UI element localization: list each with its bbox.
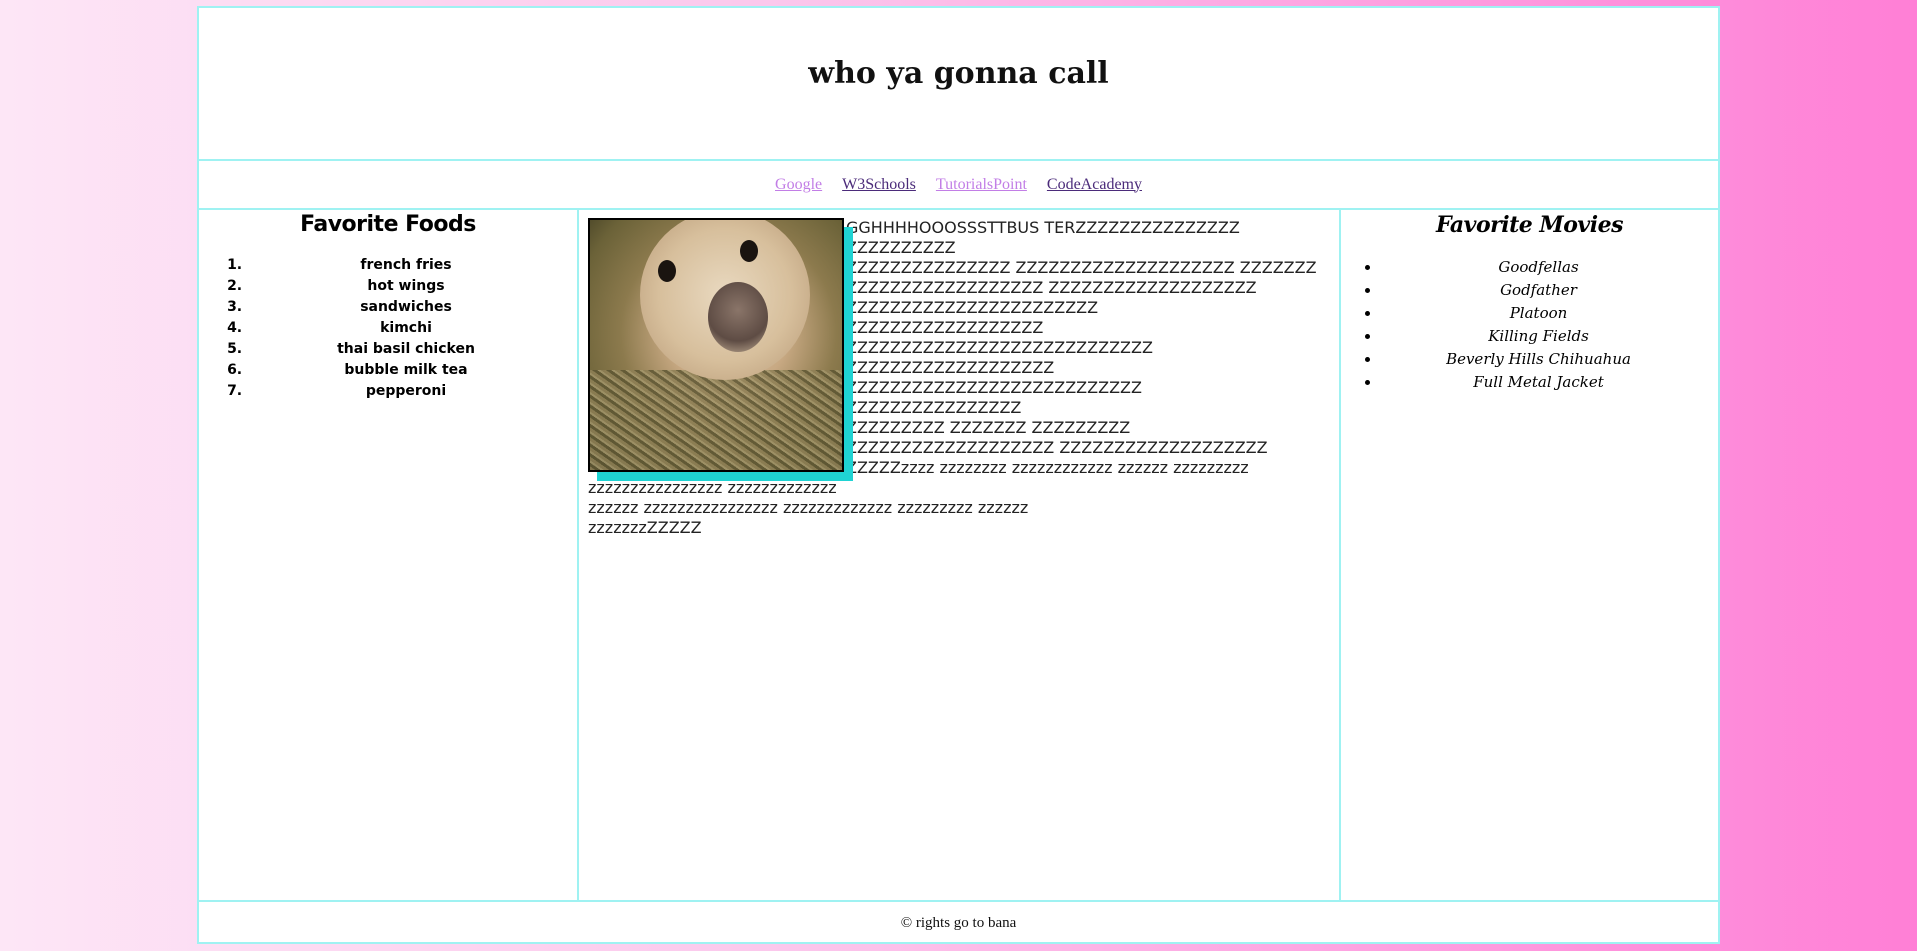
favorite-foods-heading: Favorite Foods [300,212,476,237]
main-content-column: GGHHHHOOOSSSTTBUS TERZZZZZZZZZZZZZZZ ZZZ… [579,210,1341,900]
list-item: Godfather [1381,279,1718,302]
page-container: who ya gonna call Google W3Schools Tutor… [197,6,1720,944]
favorite-movies-list: Goodfellas Godfather Platoon Killing Fie… [1341,256,1718,394]
nav-link-tutorialspoint[interactable]: TutorialsPoint [936,176,1027,194]
nav-link-codeacademy[interactable]: CodeAcademy [1047,176,1142,194]
list-item: Full Metal Jacket [1381,371,1718,394]
text-line: zzzzzzzZZZZZ [588,518,702,537]
list-item: kimchi [247,318,577,339]
alpaca-photo [588,218,844,472]
list-item: bubble milk tea [247,360,577,381]
main-content: GGHHHHOOOSSSTTBUS TERZZZZZZZZZZZZZZZ ZZZ… [588,218,1333,538]
list-item: Platoon [1381,302,1718,325]
nav-link-google[interactable]: Google [775,176,822,194]
text-line: zzzzzz zzzzzzzzzzzzzzzz zzzzzzzzzzzzz zz… [588,498,1029,517]
page-title: who ya gonna call [808,56,1109,91]
page-footer: © rights go to bana [199,900,1718,944]
nav-link-w3schools[interactable]: W3Schools [842,176,916,194]
favorite-foods-list: french fries hot wings sandwiches kimchi… [199,255,577,402]
favorite-foods-column: Favorite Foods french fries hot wings sa… [199,210,579,900]
list-item: thai basil chicken [247,339,577,360]
text-line: zzzzzzzzzzzzzzzz zzzzzzzzzzzzz [588,478,837,497]
nav-bar: Google W3Schools TutorialsPoint CodeAcad… [199,161,1718,210]
page-header: who ya gonna call [199,8,1718,161]
list-item: sandwiches [247,297,577,318]
favorite-movies-column: Favorite Movies Goodfellas Godfather Pla… [1341,210,1718,900]
favorite-movies-heading: Favorite Movies [1436,212,1623,238]
footer-text: © rights go to bana [900,914,1017,931]
list-item: Goodfellas [1381,256,1718,279]
list-item: Killing Fields [1381,325,1718,348]
list-item: Beverly Hills Chihuahua [1381,348,1718,371]
list-item: pepperoni [247,381,577,402]
list-item: french fries [247,255,577,276]
list-item: hot wings [247,276,577,297]
